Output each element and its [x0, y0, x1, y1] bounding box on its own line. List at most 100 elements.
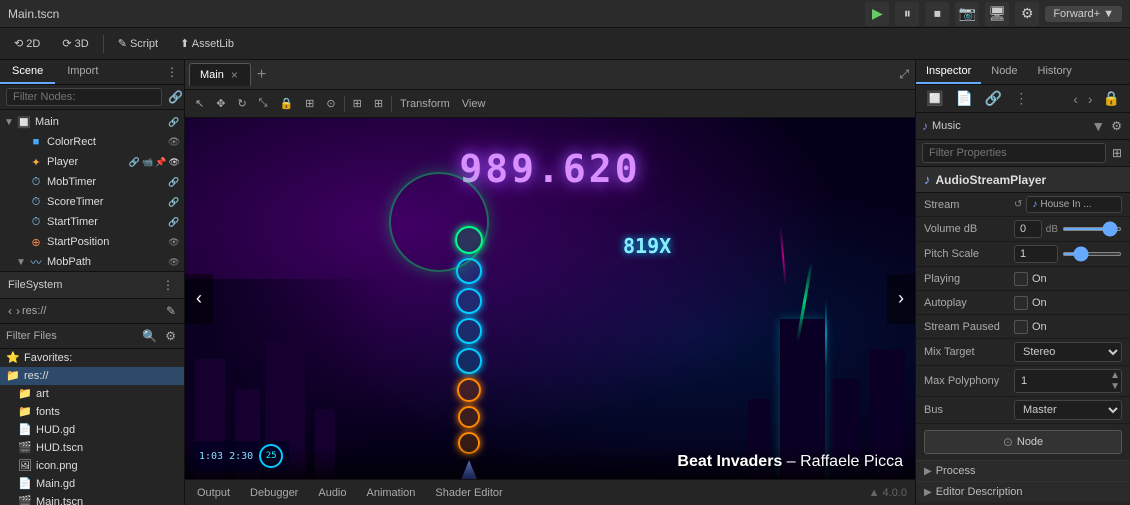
music-dropdown-btn[interactable]: ▼ [1091, 118, 1105, 134]
fs-hud-gd[interactable]: 📄 HUD.gd [0, 421, 184, 439]
inspector-next-btn[interactable]: › [1084, 88, 1097, 109]
maximize-btn[interactable]: ⤢ [897, 65, 911, 84]
tab-output[interactable]: Output [193, 487, 234, 499]
tree-item-startposition[interactable]: ⊕ StartPosition 👁 [0, 232, 184, 252]
playing-checkbox[interactable] [1014, 272, 1028, 286]
fs-art-folder[interactable]: 📁 art [0, 385, 184, 403]
volume-slider[interactable] [1062, 227, 1122, 231]
fs-filter-btn[interactable]: ⚙ [163, 327, 178, 345]
btn-assetlib[interactable]: ⬆ AssetLib [172, 34, 242, 53]
tab-audio[interactable]: Audio [314, 487, 350, 499]
mix-target-select[interactable]: Stereo Surround Center [1014, 342, 1122, 362]
fs-res-folder[interactable]: 📁 res:// [0, 367, 184, 385]
fs-hudgd-icon: 📄 [18, 423, 32, 437]
pause-button[interactable]: ⏸ [895, 2, 919, 26]
inspector-prev-btn[interactable]: ‹ [1069, 88, 1082, 109]
play-button[interactable]: ▶ [865, 2, 889, 26]
fs-favorites[interactable]: ⭐ Favorites: [0, 349, 184, 367]
settings-button[interactable]: ⚙ [1015, 2, 1039, 26]
fs-main-tscn[interactable]: 🎬 Main.tscn [0, 493, 184, 505]
view-snap-btn[interactable]: ⊞ [349, 95, 366, 112]
close-tab-btn[interactable]: × [229, 68, 240, 82]
section-process[interactable]: ▶ Process [916, 460, 1130, 481]
autoplay-checkbox[interactable] [1014, 296, 1028, 310]
fs-icon-png[interactable]: 🖼 icon.png [0, 457, 184, 475]
tree-item-colorrect[interactable]: ■ ColorRect 👁 [0, 132, 184, 152]
camera-button[interactable]: 📷 [955, 2, 979, 26]
tab-scene[interactable]: Scene [0, 60, 55, 84]
scene-options-button[interactable]: ⋮ [164, 63, 180, 81]
btn-2d[interactable]: ⟲ 2D [6, 34, 48, 53]
fs-fonts-folder[interactable]: 📁 fonts [0, 403, 184, 421]
inspector-icons-btn[interactable]: 🔲 [922, 88, 947, 109]
filter-nodes-input[interactable] [6, 88, 162, 106]
view-view-btn[interactable]: View [458, 96, 490, 112]
fs-forward-btn[interactable]: › [14, 302, 22, 320]
tab-inspector[interactable]: Inspector [916, 60, 981, 84]
view-group-btn[interactable]: ⊞ [301, 95, 318, 112]
inspector-file-btn[interactable]: 📄 [951, 88, 976, 109]
nav-arrow-right[interactable]: › [887, 274, 915, 324]
tab-shader-editor[interactable]: Shader Editor [431, 487, 506, 499]
inspector-lock-btn[interactable]: 🔒 [1099, 88, 1124, 109]
view-scale-btn[interactable]: ⤡ [255, 95, 272, 112]
bus-select[interactable]: Master [1014, 400, 1122, 420]
view-pivot-btn[interactable]: ⊙ [322, 95, 339, 112]
tree-item-player[interactable]: ✦ Player 🔗 📹 📌 👁 [0, 152, 184, 172]
tab-animation[interactable]: Animation [363, 487, 420, 499]
fs-maintscn-label: Main.tscn [36, 496, 83, 505]
pitch-label: Pitch Scale [924, 248, 1014, 260]
tree-item-mobpath[interactable]: ▼ 〰 MobPath 👁 [0, 252, 184, 271]
node-btn-label: Node [1017, 436, 1043, 448]
pitch-slider[interactable] [1062, 252, 1122, 256]
view-rotate-btn[interactable]: ↻ [233, 95, 250, 112]
max-polyphony-down-btn[interactable]: ▼ [1109, 381, 1121, 392]
player-badge-link: 🔗 [129, 157, 140, 168]
nav-arrow-left[interactable]: ‹ [185, 274, 213, 324]
fs-main-gd[interactable]: 📄 Main.gd [0, 475, 184, 493]
view-lock-btn[interactable]: 🔒 [275, 95, 297, 112]
tree-item-starttimer[interactable]: ⏱ StartTimer 🔗 [0, 212, 184, 232]
tab-main-tscn[interactable]: Main × [189, 63, 251, 86]
view-transform-btn[interactable]: Transform [396, 96, 454, 112]
inspector-back-btn[interactable]: 🔗 [981, 88, 1006, 109]
btn-script[interactable]: ✎ Script [110, 34, 166, 53]
startpos-label: StartPosition [47, 236, 168, 248]
node-section-btn[interactable]: ⊙ Node [924, 430, 1122, 454]
filter-properties-input[interactable] [922, 143, 1106, 163]
filesystem-menu-btn[interactable]: ⋮ [160, 276, 176, 294]
stop-button[interactable]: ⏹ [925, 2, 949, 26]
music-settings-btn[interactable]: ⚙ [1109, 117, 1124, 135]
stream-selector[interactable]: ♪ House In ... [1026, 196, 1122, 213]
tab-history[interactable]: History [1028, 60, 1082, 84]
max-polyphony-up-btn[interactable]: ▲ [1109, 370, 1121, 381]
forward-button[interactable]: Forward+ ▼ [1045, 6, 1122, 22]
link-icon[interactable]: 🔗 [166, 88, 185, 106]
stream-music-icon: ♪ [1032, 199, 1037, 210]
tab-node[interactable]: Node [981, 60, 1027, 84]
add-tab-btn[interactable]: + [253, 66, 270, 84]
stream-paused-checkbox[interactable] [1014, 320, 1028, 334]
section-editor-description[interactable]: ▶ Editor Description [916, 481, 1130, 502]
fs-hud-tscn[interactable]: 🎬 HUD.tscn [0, 439, 184, 457]
view-cursor-btn[interactable]: ↖ [191, 95, 208, 112]
tree-item-main[interactable]: ▼ 🔲 Main 🔗 [0, 112, 184, 132]
prop-playing: Playing On [916, 267, 1130, 291]
fs-search-btn[interactable]: 🔍 [140, 327, 159, 345]
view-move-btn[interactable]: ✥ [212, 95, 229, 112]
view-sep-1 [344, 96, 345, 112]
fs-back-btn[interactable]: ‹ [6, 302, 14, 320]
fs-path-edit-btn[interactable]: ✎ [164, 302, 178, 320]
tab-debugger[interactable]: Debugger [246, 487, 302, 499]
inspector-filter-btn[interactable]: ⊞ [1110, 144, 1124, 162]
tab-import[interactable]: Import [55, 60, 110, 84]
view-tile-btn[interactable]: ⊞ [370, 95, 387, 112]
inspector-more-btn[interactable]: ⋮ [1010, 88, 1032, 109]
tree-item-scoretimer[interactable]: ⏱ ScoreTimer 🔗 [0, 192, 184, 212]
filesystem-tree: ⭐ Favorites: 📁 res:// 📁 art 📁 fonts 📄 HU… [0, 349, 184, 505]
btn-3d[interactable]: ⟳ 3D [54, 34, 96, 53]
tree-item-mobtimer[interactable]: ⏱ MobTimer 🔗 [0, 172, 184, 192]
monitor-button[interactable]: 🖥 [985, 2, 1009, 26]
filesystem-header[interactable]: FileSystem ⋮ [0, 271, 184, 299]
component-header: ♪ AudioStreamPlayer [916, 167, 1130, 193]
